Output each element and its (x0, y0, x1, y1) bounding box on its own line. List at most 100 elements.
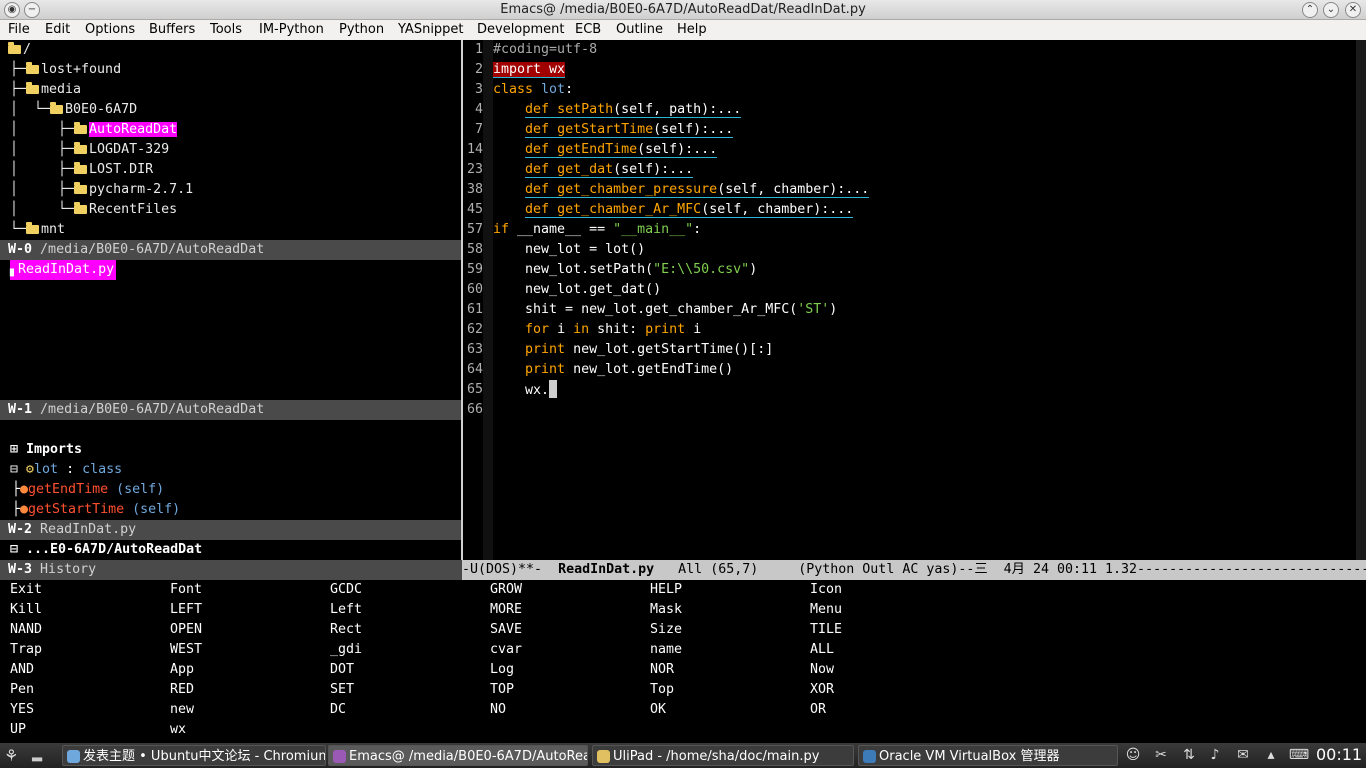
modeline-w1[interactable]: W-1 /media/B0E0-6A7D/AutoReadDat (0, 400, 462, 420)
history-item[interactable]: ⊟ ...E0-6A7D/AutoReadDat (10, 540, 202, 560)
modeline-w3[interactable]: W-3 History (0, 560, 462, 580)
menu-ecb[interactable]: ECB (575, 22, 601, 37)
code-line[interactable]: shit = new_lot.get_chamber_Ar_MFC('ST') (493, 300, 837, 320)
keyboard-icon[interactable]: ⌨ (1288, 746, 1310, 764)
completion-item[interactable]: App (170, 660, 194, 680)
code-line[interactable]: print new_lot.getStartTime()[:] (493, 340, 773, 360)
code-line[interactable]: if __name__ == "__main__": (493, 220, 701, 240)
completion-item[interactable]: Log (490, 660, 514, 680)
dir-item[interactable]: │ ├─ LOST.DIR (10, 160, 153, 180)
menu-development[interactable]: Development (477, 22, 565, 37)
input-method-icon[interactable]: ☺ (1124, 746, 1142, 764)
completion-item[interactable]: name (650, 640, 682, 660)
dir-item[interactable]: │ ├─ LOGDAT-329 (10, 140, 169, 160)
volume-icon[interactable]: ♪ (1206, 746, 1224, 764)
code-line[interactable]: def getStartTime(self):... (493, 120, 734, 140)
completion-item[interactable]: SAVE (490, 620, 522, 640)
window-maximize-icon[interactable]: ⌄ (1323, 2, 1339, 18)
code-line[interactable]: def get_chamber_pressure(self, chamber):… (493, 180, 870, 200)
code-line[interactable]: def getEndTime(self):... (493, 140, 718, 160)
network-icon[interactable]: ⇅ (1180, 746, 1198, 764)
modeline-w0[interactable]: W-0 /media/B0E0-6A7D/AutoReadDat (0, 240, 462, 260)
completion-item[interactable]: OK (650, 700, 666, 720)
dir-item[interactable]: │ └─ RecentFiles (10, 200, 177, 220)
completion-item[interactable]: RED (170, 680, 194, 700)
menu-buffers[interactable]: Buffers (149, 22, 195, 37)
completion-item[interactable]: Left (330, 600, 362, 620)
completion-item[interactable]: OPEN (170, 620, 202, 640)
completion-item[interactable]: OR (810, 700, 826, 720)
dir-item[interactable]: │ └─ B0E0-6A7D (10, 100, 137, 120)
completion-item[interactable]: NAND (10, 620, 42, 640)
completion-item[interactable]: Font (170, 580, 202, 600)
clock[interactable]: 00:11 (1316, 745, 1362, 764)
completion-item[interactable]: DC (330, 700, 346, 720)
task-virtualbox[interactable]: Oracle VM VirtualBox 管理器 (858, 745, 1118, 766)
show-desktop-icon[interactable]: ▂ (32, 747, 54, 765)
collapse-icon[interactable]: ⊟ (10, 542, 26, 557)
code-line[interactable]: print new_lot.getEndTime() (493, 360, 733, 380)
completion-item[interactable]: Exit (10, 580, 42, 600)
code-line[interactable]: def setPath(self, path):... (493, 100, 742, 120)
menu-file[interactable]: File (8, 22, 30, 37)
methods-imports[interactable]: ⊞ Imports (10, 440, 82, 460)
method-item[interactable]: ├●getStartTime (self) (12, 500, 180, 520)
completion-item[interactable]: Menu (810, 600, 842, 620)
dir-item[interactable]: │ ├─ pycharm-2.7.1 (10, 180, 193, 200)
code-line[interactable]: def get_dat(self):... (493, 160, 694, 180)
completion-item[interactable]: LEFT (170, 600, 202, 620)
code-line[interactable]: def get_chamber_Ar_MFC(self, chamber):..… (493, 200, 854, 220)
code-line[interactable]: new_lot = lot() (493, 240, 645, 260)
start-menu-icon[interactable]: ⚘ (4, 746, 26, 765)
code-line[interactable]: wx. (493, 380, 558, 400)
task-emacs[interactable]: Emacs@ /media/B0E0-6A7D/AutoReadD (328, 745, 588, 766)
completion-item[interactable]: Trap (10, 640, 42, 660)
completion-item[interactable]: new (170, 700, 194, 720)
completion-item[interactable]: GCDC (330, 580, 362, 600)
methods-class[interactable]: ⊟ ⚙lot : class (10, 460, 122, 480)
completion-item[interactable]: Kill (10, 600, 42, 620)
dir-item[interactable]: └─ mnt (10, 220, 65, 240)
menu-yasnippet[interactable]: YASnippet (398, 22, 464, 37)
menu-im-python[interactable]: IM-Python (259, 22, 324, 37)
completion-item[interactable]: wx (170, 720, 186, 740)
completion-item[interactable]: TILE (810, 620, 842, 640)
dir-root[interactable]: / (8, 40, 31, 60)
code-line[interactable]: #coding=utf-8 (493, 40, 597, 60)
completion-item[interactable]: Top (650, 680, 674, 700)
completion-item[interactable]: DOT (330, 660, 354, 680)
ecb-directories-pane[interactable]: / ├─ lost+found ├─ media │ └─ B0E0-6A7D │ ├… (0, 40, 462, 240)
menu-help[interactable]: Help (677, 22, 707, 37)
ecb-sources-pane[interactable]: ▖ReadInDat.py (0, 260, 462, 400)
task-chromium[interactable]: 发表主题 • Ubuntu中文论坛 - Chromium (62, 745, 326, 766)
completion-item[interactable]: WEST (170, 640, 202, 660)
menu-outline[interactable]: Outline (616, 22, 663, 37)
code-line[interactable]: class lot: (493, 80, 573, 100)
completion-item[interactable]: Icon (810, 580, 842, 600)
menu-python[interactable]: Python (339, 22, 384, 37)
completion-item[interactable]: NOR (650, 660, 674, 680)
completion-item[interactable]: HELP (650, 580, 682, 600)
completion-item[interactable]: GROW (490, 580, 522, 600)
window-shade-icon[interactable]: ⌃ (1302, 2, 1318, 18)
code-line[interactable]: new_lot.setPath("E:\\50.csv") (493, 260, 757, 280)
completion-item[interactable]: Pen (10, 680, 34, 700)
completion-item[interactable]: _gdi (330, 640, 362, 660)
ecb-methods-pane[interactable]: ⊞ Imports ⊟ ⚙lot : class ├●getEndTime (s… (0, 420, 462, 520)
menu-options[interactable]: Options (85, 22, 135, 37)
task-ulipad[interactable]: UliPad - /home/sha/doc/main.py (592, 745, 854, 766)
completion-item[interactable]: XOR (810, 680, 834, 700)
editor-scrollbar[interactable] (1356, 40, 1366, 560)
window-close-icon[interactable]: ✕ (1345, 2, 1361, 18)
completion-item[interactable]: Now (810, 660, 834, 680)
completion-item[interactable]: UP (10, 720, 26, 740)
completion-item[interactable]: ALL (810, 640, 834, 660)
completion-item[interactable]: YES (10, 700, 34, 720)
completion-item[interactable]: TOP (490, 680, 514, 700)
menu-tools[interactable]: Tools (210, 22, 242, 37)
modeline-w2[interactable]: W-2 ReadInDat.py (0, 520, 462, 540)
completion-item[interactable]: Rect (330, 620, 362, 640)
notification-icon[interactable]: ✉ (1234, 746, 1252, 764)
completion-item[interactable]: cvar (490, 640, 522, 660)
code-line[interactable]: for i in shit: print i (493, 320, 701, 340)
